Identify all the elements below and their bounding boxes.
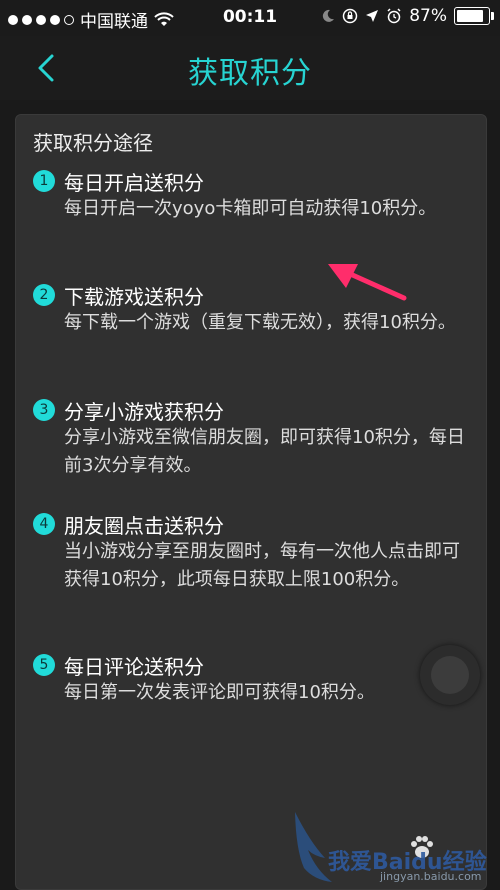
item-title: 每日评论送积分 <box>64 654 204 679</box>
item-description: 当小游戏分享至朋友圈时，每有一次他人点击即可获得10积分，此项每日获取上限100… <box>64 541 460 590</box>
moon-icon <box>323 9 335 22</box>
list-item: 4 朋友圈点击送积分 当小游戏分享至朋友圈时，每有一次他人点击即可获得10积分，此… <box>33 510 473 594</box>
item-title: 朋友圈点击送积分 <box>64 513 224 538</box>
step-number-badge: 2 <box>33 284 55 306</box>
list-item: 5 每日评论送积分 每日第一次发表评论即可获得10积分。 <box>33 651 473 707</box>
points-info-card: 获取积分途径 1 每日开启送积分 每日开启一次yoyo卡箱即可自动获得10积分。 … <box>15 114 487 890</box>
floating-assistive-button[interactable] <box>420 645 480 705</box>
card-heading: 获取积分途径 <box>33 131 153 155</box>
status-bar: 中国联通 00:11 87% <box>0 0 500 36</box>
item-description: 每日开启一次yoyo卡箱即可自动获得10积分。 <box>64 198 437 219</box>
watermark-url: jingyan.baidu.com <box>380 870 482 883</box>
annotation-arrow-icon <box>328 264 407 301</box>
step-number-badge: 3 <box>33 399 55 421</box>
item-description: 每日第一次发表评论即可获得10积分。 <box>64 682 375 703</box>
battery-icon <box>454 7 494 25</box>
status-icons: 87% <box>321 6 494 26</box>
list-item: 1 每日开启送积分 每日开启一次yoyo卡箱即可自动获得10积分。 <box>33 167 473 223</box>
step-number-badge: 4 <box>33 513 55 535</box>
battery-percent: 87% <box>409 6 447 26</box>
rotation-lock-icon <box>342 8 358 24</box>
item-description: 每下载一个游戏（重复下载无效），获得10积分。 <box>64 312 456 333</box>
alarm-icon <box>387 8 401 24</box>
step-number-badge: 1 <box>33 170 55 192</box>
list-item: 3 分享小游戏获积分 分享小游戏至微信朋友圈，即可获得10积分，每日前3次分享有效… <box>33 396 473 480</box>
item-title: 每日开启送积分 <box>64 170 204 195</box>
watermark: 我爱Baidu经验 jingyan.baidu.com <box>290 812 500 888</box>
item-description: 分享小游戏至微信朋友圈，即可获得10积分，每日前3次分享有效。 <box>64 427 465 476</box>
item-title: 分享小游戏获积分 <box>64 399 224 424</box>
step-number-badge: 5 <box>33 654 55 676</box>
item-title: 下载游戏送积分 <box>64 284 204 309</box>
navigation-bar: 获取积分 <box>0 36 500 100</box>
page-title: 获取积分 <box>188 56 312 91</box>
location-icon <box>366 10 379 22</box>
